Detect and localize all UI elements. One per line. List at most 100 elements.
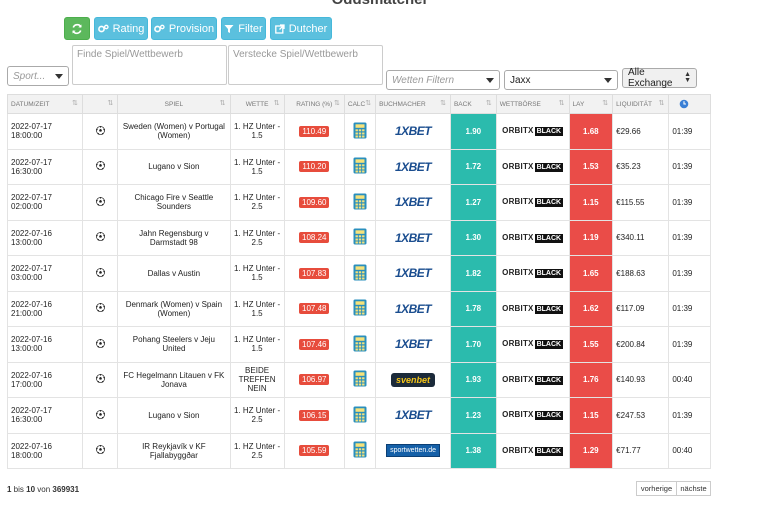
header-col-bookmaker[interactable]: BUCHMACHER ⇅ bbox=[375, 94, 451, 114]
bookmaker-cell[interactable]: 1XBET bbox=[375, 113, 451, 150]
exchange-cell[interactable]: ORBITX BLACK bbox=[495, 326, 570, 363]
calculator-icon[interactable] bbox=[353, 441, 367, 458]
bookmaker-cell[interactable]: 1XBET bbox=[375, 255, 451, 292]
header-col-sport[interactable]: ⇅ bbox=[81, 94, 119, 114]
bookmaker-cell[interactable]: sportwetten.de bbox=[375, 432, 451, 469]
table-row[interactable]: 2022-07-17 03:00:00 Dallas v Austin 1. HZ… bbox=[7, 255, 711, 292]
calc-cell[interactable] bbox=[343, 148, 377, 185]
exchange-cell[interactable]: ORBITX BLACK bbox=[495, 361, 570, 398]
exchange-cell[interactable]: ORBITX BLACK bbox=[495, 290, 570, 327]
find-match-input[interactable]: Finde Spiel/Wettbewerb bbox=[72, 45, 227, 85]
exchange-cell[interactable]: ORBITX BLACK bbox=[495, 397, 570, 434]
calculator-icon[interactable] bbox=[353, 122, 367, 139]
bookmaker-cell[interactable]: 1XBET bbox=[375, 219, 451, 256]
bookmaker-logo: 1XBET bbox=[394, 159, 432, 174]
bookmaker-logo: 1XBET bbox=[394, 230, 432, 245]
match-text: Dallas v Austin bbox=[147, 268, 201, 278]
header-col-date[interactable]: DATUM/ZEIT ⇅ bbox=[7, 94, 83, 114]
table-row[interactable]: 2022-07-16 18:00:00 IR Reykjavík v KF Fja… bbox=[7, 432, 711, 469]
rating-badge: 105.59 bbox=[299, 445, 330, 457]
sort-icon: ⇅ bbox=[485, 100, 492, 107]
calc-cell[interactable] bbox=[343, 290, 377, 327]
header-col-lay[interactable]: LAY ⇅ bbox=[568, 94, 614, 114]
table-row[interactable]: 2022-07-17 02:00:00 Chicago Fire v Seattl… bbox=[7, 184, 711, 221]
clock-icon bbox=[680, 99, 689, 109]
header-col-liquidity[interactable]: LIQUIDITÄT ⇅ bbox=[612, 94, 670, 114]
provision-button[interactable]: Provision bbox=[151, 17, 217, 40]
rating-badge: 107.48 bbox=[299, 303, 330, 315]
bet-filter-select[interactable]: Wetten Filtern bbox=[386, 70, 500, 90]
header-col-age[interactable] bbox=[668, 94, 711, 114]
header-col-calc[interactable]: CALC ⇅ bbox=[343, 94, 377, 114]
bookmaker-logo: 1XBET bbox=[394, 408, 432, 423]
exchange-cell[interactable]: ORBITX BLACK bbox=[495, 184, 570, 221]
bookmaker-cell[interactable]: 1XBET bbox=[375, 148, 451, 185]
table-row[interactable]: 2022-07-16 13:00:00 Jahn Regensburg v Dar… bbox=[7, 219, 711, 256]
age-text: 01:39 bbox=[672, 339, 693, 349]
next-page-button[interactable]: nächste bbox=[676, 481, 711, 496]
sport-cell bbox=[81, 432, 119, 469]
bet-text: 1. HZ Unter - 1.5 bbox=[233, 335, 281, 354]
calc-cell[interactable] bbox=[343, 432, 377, 469]
exchange-cell[interactable]: ORBITX BLACK bbox=[495, 432, 570, 469]
filter-button[interactable]: Filter bbox=[221, 17, 266, 40]
exchange-cell[interactable]: ORBITX BLACK bbox=[495, 148, 570, 185]
calculator-icon[interactable] bbox=[353, 406, 367, 423]
table-row[interactable]: 2022-07-16 13:00:00 Pohang Steelers v Jej… bbox=[7, 326, 711, 363]
date-text: 2022-07-16 bbox=[11, 335, 52, 345]
calculator-icon[interactable] bbox=[353, 264, 367, 281]
exchange-cell[interactable]: ORBITX BLACK bbox=[495, 219, 570, 256]
sort-icon: ⇅ bbox=[219, 100, 226, 107]
calc-cell[interactable] bbox=[343, 113, 377, 150]
lay-odds: 1.76 bbox=[583, 375, 599, 385]
bookmaker-cell[interactable]: svenbet bbox=[375, 361, 451, 398]
header-col-bet[interactable]: WETTE ⇅ bbox=[229, 94, 285, 114]
bookmaker-logo: 1XBET bbox=[394, 301, 432, 316]
calculator-icon[interactable] bbox=[353, 335, 367, 352]
calc-cell[interactable] bbox=[343, 326, 377, 363]
table-row[interactable]: 2022-07-17 18:00:00 Sweden (Women) v Port… bbox=[7, 113, 711, 150]
calc-cell[interactable] bbox=[343, 219, 377, 256]
sport-cell bbox=[81, 113, 119, 150]
time-text: 18:00:00 bbox=[11, 450, 43, 460]
sport-select[interactable]: Sport... bbox=[7, 66, 69, 86]
header-col-back[interactable]: BACK ⇅ bbox=[449, 94, 497, 114]
previous-page-button[interactable]: vorherige bbox=[636, 481, 677, 496]
refresh-button[interactable] bbox=[64, 17, 90, 40]
hide-match-input[interactable]: Verstecke Spiel/Wettbewerb bbox=[228, 45, 383, 85]
calc-cell[interactable] bbox=[343, 184, 377, 221]
table-row[interactable]: 2022-07-17 16:30:00 Lugano v Sion 1. HZ U… bbox=[7, 397, 711, 434]
table-row[interactable]: 2022-07-17 16:30:00 Lugano v Sion 1. HZ U… bbox=[7, 148, 711, 185]
rating-cell: 107.83 bbox=[283, 255, 345, 292]
header-label: CALC bbox=[347, 100, 366, 108]
table-row[interactable]: 2022-07-16 21:00:00 Denmark (Women) v Spa… bbox=[7, 290, 711, 327]
calculator-icon[interactable] bbox=[353, 193, 367, 210]
calculator-icon[interactable] bbox=[353, 299, 367, 316]
bookmaker-cell[interactable]: 1XBET bbox=[375, 397, 451, 434]
calculator-icon[interactable] bbox=[353, 157, 367, 174]
bookmaker-cell[interactable]: 1XBET bbox=[375, 290, 451, 327]
rating-button[interactable]: Rating bbox=[94, 17, 148, 40]
bookmaker-cell[interactable]: 1XBET bbox=[375, 184, 451, 221]
calculator-icon[interactable] bbox=[353, 370, 367, 387]
calculator-icon[interactable] bbox=[353, 228, 367, 245]
match-text: Lugano v Sion bbox=[148, 410, 200, 420]
calc-cell[interactable] bbox=[343, 255, 377, 292]
exchange-select[interactable]: Alle Exchange ▲ ▼ bbox=[622, 67, 697, 89]
age-cell: 01:39 bbox=[668, 148, 711, 185]
table-row[interactable]: 2022-07-16 17:00:00 FC Hegelmann Litauen … bbox=[7, 361, 711, 398]
header-col-match[interactable]: SPIEL ⇅ bbox=[117, 94, 231, 114]
bookmaker-cell[interactable]: 1XBET bbox=[375, 326, 451, 363]
total-count: 369931 bbox=[52, 485, 80, 494]
calc-cell[interactable] bbox=[343, 361, 377, 398]
exchange-cell[interactable]: ORBITX BLACK bbox=[495, 255, 570, 292]
dutcher-button[interactable]: Dutcher bbox=[270, 17, 332, 40]
exchange-cell[interactable]: ORBITX BLACK bbox=[495, 113, 570, 150]
header-col-rating[interactable]: RATING (%) ⇅ bbox=[283, 94, 345, 114]
bookmaker-select[interactable]: Jaxx bbox=[504, 70, 618, 90]
back-odds: 1.82 bbox=[465, 268, 482, 278]
age-text: 00:40 bbox=[672, 446, 693, 456]
header-col-exchange[interactable]: WETTBÖRSE ⇅ bbox=[495, 94, 570, 114]
calc-cell[interactable] bbox=[343, 397, 377, 434]
lay-odds: 1.15 bbox=[583, 410, 599, 420]
